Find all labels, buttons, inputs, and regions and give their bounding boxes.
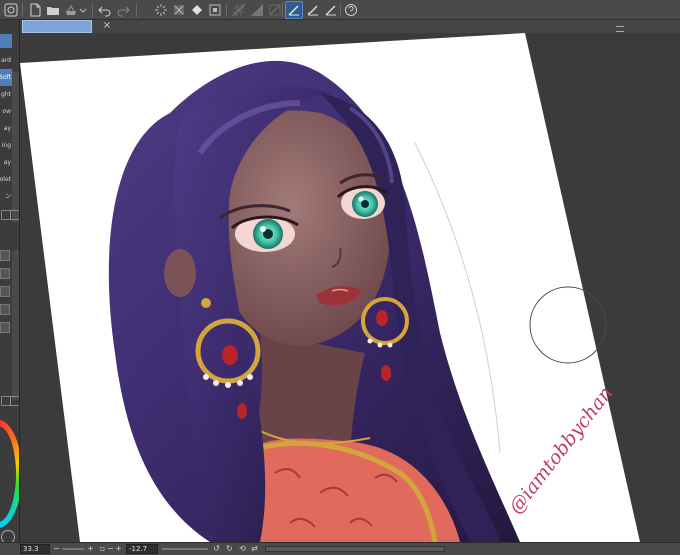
blend-mode-item[interactable]: olet: [0, 171, 12, 188]
earring-left-drop: [237, 403, 247, 419]
fill-icon[interactable]: [188, 1, 206, 19]
pen-stroke-icon[interactable]: [304, 1, 322, 19]
redo-icon[interactable]: [114, 1, 132, 19]
main-toolbar: [0, 0, 680, 20]
double-chevron-icon[interactable]: [0, 322, 10, 333]
ear: [164, 249, 196, 297]
rotate-left-icon[interactable]: ↺: [212, 543, 221, 555]
help-icon[interactable]: [342, 1, 360, 19]
status-bar: 33.3 − + ▫ − + -12.7 ↺ ↻ ⟲ ⇄: [0, 542, 680, 555]
zoom-in-button[interactable]: +: [86, 543, 95, 555]
earring-right-jewel: [376, 310, 388, 326]
zoom-slider[interactable]: [62, 548, 84, 550]
reset-rotation-icon[interactable]: ⟲: [238, 543, 247, 555]
eye-right-pupil: [361, 200, 369, 208]
wrench-icon[interactable]: [10, 396, 19, 406]
tab-menu-icon[interactable]: [616, 26, 624, 32]
rotation-slider[interactable]: [162, 548, 208, 550]
earring-right-pearl: [367, 338, 373, 344]
canvas-area[interactable]: @iamtobbychan: [20, 33, 680, 542]
transform-icon[interactable]: [206, 1, 224, 19]
earring-left-jewel: [222, 345, 238, 365]
earring-left-pearl: [213, 380, 219, 386]
earring-left-pearl: [203, 374, 209, 380]
document-tab-bar: ×: [20, 20, 680, 33]
color-swatch-icon[interactable]: [1, 530, 15, 542]
tool-scrollbar[interactable]: [12, 250, 19, 400]
earring-right-pearl: [377, 342, 383, 348]
blend-mode-list: ard Soft ght ow ay ing ay olet ン: [0, 52, 12, 205]
horizontal-scrollbar[interactable]: [265, 546, 445, 552]
blend-mode-scrollbar[interactable]: [12, 72, 19, 222]
new-file-icon[interactable]: [26, 1, 44, 19]
delete-layer-icon[interactable]: [10, 210, 19, 220]
tab-close-button[interactable]: ×: [102, 20, 112, 32]
undo-icon[interactable]: [96, 1, 114, 19]
blend-mode-item-selected[interactable]: Soft: [0, 69, 12, 86]
triangle-up-icon[interactable]: [0, 268, 10, 279]
save-dropdown-icon[interactable]: [78, 1, 88, 19]
rotate-right-icon[interactable]: ↻: [225, 543, 234, 555]
flip-icon[interactable]: ⇄: [250, 543, 259, 555]
color-wheel[interactable]: [0, 420, 19, 528]
app-logo-icon[interactable]: [2, 1, 20, 19]
open-folder-icon[interactable]: [44, 1, 62, 19]
grid-icon[interactable]: [230, 1, 248, 19]
earring-left-pearl: [247, 374, 253, 380]
rotation-field[interactable]: -12.7: [126, 544, 158, 554]
clear-icon[interactable]: [170, 1, 188, 19]
lock-icon[interactable]: [0, 250, 10, 261]
blend-mode-item[interactable]: ay: [0, 154, 12, 171]
chevron-right-icon[interactable]: [0, 304, 10, 315]
zoom-field[interactable]: 33.3: [20, 544, 50, 554]
pen-pressure-icon[interactable]: [285, 1, 303, 19]
rotate-plus-button[interactable]: +: [114, 543, 123, 555]
chevron-down-icon[interactable]: [0, 286, 10, 297]
blend-mode-item[interactable]: ow: [0, 103, 12, 120]
blend-mode-item[interactable]: ing: [0, 137, 12, 154]
earring-left-pearl: [237, 380, 243, 386]
panel-header-selected[interactable]: [0, 34, 12, 48]
blend-mode-item[interactable]: ン: [0, 188, 12, 205]
ruler-icon[interactable]: [248, 1, 266, 19]
artwork-canvas[interactable]: @iamtobbychan: [20, 33, 680, 542]
ruler-snap-icon[interactable]: [322, 1, 340, 19]
blend-mode-item[interactable]: ard: [0, 52, 12, 69]
earring-right-drop: [381, 365, 391, 381]
earring-right-pearl: [387, 342, 393, 348]
loading-icon[interactable]: [152, 1, 170, 19]
layer-panel: ard Soft ght ow ay ing ay olet ン: [0, 20, 20, 542]
document-tab[interactable]: [22, 20, 92, 33]
eye-left-shine: [260, 226, 266, 232]
earring-left-pearl: [225, 382, 231, 388]
blend-mode-item[interactable]: ay: [0, 120, 12, 137]
eye-right-shine: [358, 196, 364, 202]
zoom-out-button[interactable]: −: [52, 543, 61, 555]
blend-mode-item[interactable]: ght: [0, 86, 12, 103]
earring-left-post: [201, 298, 211, 308]
